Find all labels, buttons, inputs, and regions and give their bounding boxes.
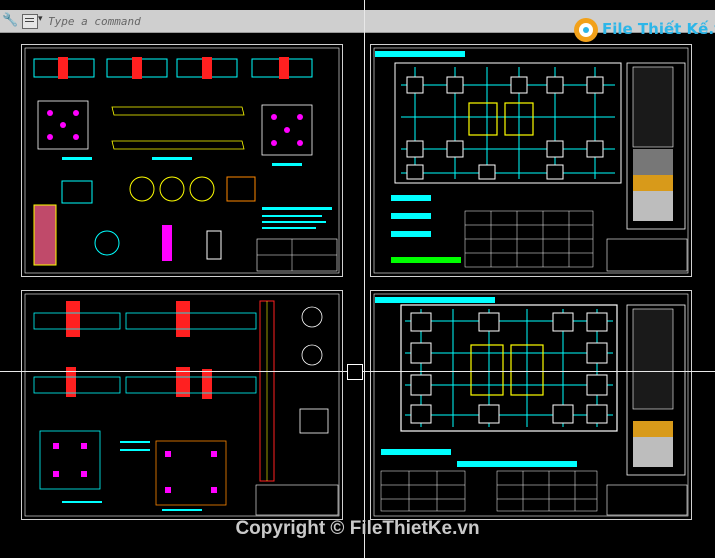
- logo-text: File Thiết Kế.vn: [602, 20, 715, 38]
- sheet-top-right-drawing: [373, 47, 689, 274]
- drawing-sheet-bottom-right[interactable]: [370, 290, 692, 520]
- filethietke-logo: File Thiết Kế.vn: [572, 16, 715, 44]
- command-history-icon[interactable]: [22, 14, 38, 29]
- drawing-sheet-top-left[interactable]: [21, 44, 343, 277]
- crosshair-vertical-line: [364, 0, 365, 558]
- sheet-top-left-drawing: [24, 47, 340, 274]
- cursor-pickbox: [347, 364, 363, 380]
- command-input[interactable]: [48, 12, 528, 30]
- chevron-down-icon[interactable]: ▾: [38, 14, 43, 24]
- drawing-sheet-top-right[interactable]: [370, 44, 692, 277]
- drawing-sheet-bottom-left[interactable]: [21, 290, 343, 520]
- wrench-icon[interactable]: 🔧: [2, 13, 18, 29]
- filethietke-logo-icon: [574, 18, 598, 42]
- sheet-bottom-left-drawing: [24, 293, 340, 517]
- copyright-footer: Copyright © FileThietKe.vn: [235, 518, 480, 539]
- sheet-bottom-right-drawing: [373, 293, 689, 517]
